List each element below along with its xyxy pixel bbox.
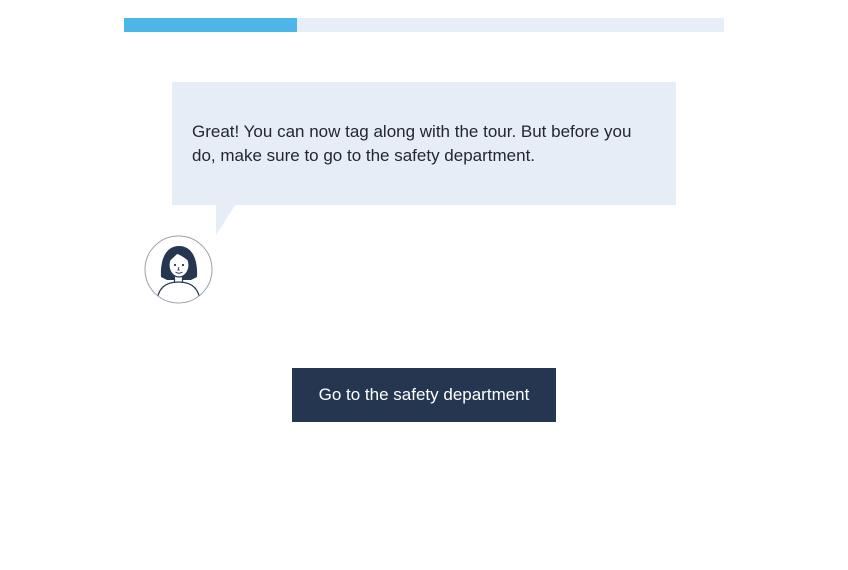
speech-bubble: Great! You can now tag along with the to… [172, 82, 676, 205]
progress-bar-fill [124, 18, 297, 32]
dialogue-message: Great! You can now tag along with the to… [192, 122, 632, 165]
speech-bubble-tail [216, 204, 236, 235]
go-to-safety-department-button[interactable]: Go to the safety department [292, 368, 556, 422]
progress-bar [124, 18, 724, 32]
woman-avatar-icon [144, 235, 213, 304]
